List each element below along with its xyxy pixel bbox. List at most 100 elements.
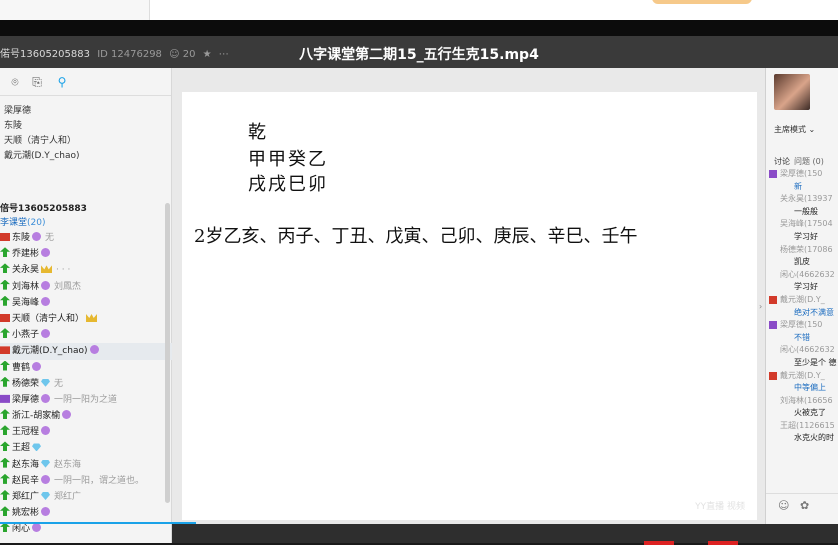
chat-sender[interactable]: 王超(1126615: [766, 420, 838, 433]
member-row[interactable]: 赵民辛 一阴一阳，谓之道也。: [0, 473, 172, 489]
member-row[interactable]: 戴元潮(D.Y_chao): [0, 343, 172, 360]
member-badge-icon: [0, 394, 10, 403]
member-row[interactable]: 浙江-胡家榆: [0, 408, 172, 424]
level-icon: [41, 280, 51, 290]
member-row[interactable]: 吴海峰: [0, 295, 172, 311]
progress-bar[interactable]: [0, 522, 196, 524]
location-icon[interactable]: ⌾: [8, 75, 22, 89]
chat-sender[interactable]: 杨德荣(17086: [766, 244, 838, 257]
flower-icon[interactable]: ✿: [800, 499, 809, 512]
chat-list: 梁厚德(150 新关永昊(13937 一般般 吴海峰(17504 学习好 杨德荣(1708…: [766, 168, 838, 445]
member-signature: 无: [54, 378, 64, 389]
crown-icon: [41, 265, 53, 274]
member-badge-icon: [0, 506, 10, 517]
chat-sender[interactable]: 戴元潮(D.Y_: [766, 370, 838, 383]
member-row[interactable]: 乔建彬: [0, 246, 172, 262]
browser-top-strip: [0, 0, 838, 20]
chat-sender[interactable]: 戴元潮(D.Y_: [766, 294, 838, 307]
member-name: 赵民辛: [12, 475, 40, 486]
tab-question[interactable]: 问题 (0): [794, 157, 824, 166]
smile-icon[interactable]: ☺: [778, 499, 789, 512]
channel-owner[interactable]: 倍号13605205883: [0, 202, 172, 216]
member-row[interactable]: 王超: [0, 440, 172, 456]
panel-toolbar: ⌾ ⎘ ⚲: [0, 68, 171, 96]
chat-sender[interactable]: 刘海林(16656: [766, 395, 838, 408]
member-signature: 无: [45, 233, 55, 243]
group-header[interactable]: 李课堂(20): [0, 216, 172, 230]
video-title: 八字课堂第二期15_五行生克15.mp4: [299, 47, 539, 63]
member-scrollbar[interactable]: [165, 203, 170, 503]
group-count: (20): [27, 218, 46, 228]
level-icon: [41, 393, 51, 403]
member-name: 天顺（清宁人和）: [12, 313, 85, 324]
search-icon[interactable]: ⚲: [55, 75, 69, 89]
host-avatar[interactable]: [774, 74, 810, 110]
admin-item[interactable]: 东陵: [4, 119, 167, 134]
member-row[interactable]: 赵东海 赵东海: [0, 457, 172, 473]
chat-message: 不错: [794, 332, 810, 342]
member-badge-icon: [0, 313, 10, 322]
member-row[interactable]: 姚宏彬: [0, 505, 172, 521]
member-row[interactable]: 天顺（清宁人和）: [0, 311, 172, 327]
member-row[interactable]: 关永昊 · · ·: [0, 262, 172, 278]
member-row[interactable]: 梁厚德 一阴一阳为之道: [0, 392, 172, 408]
admin-item[interactable]: 天顺（清宁人和）: [4, 134, 167, 149]
chat-message: 新: [794, 181, 802, 191]
chat-sender[interactable]: 梁厚德(150: [766, 319, 838, 332]
level-icon: [62, 410, 72, 420]
browser-tab[interactable]: [0, 0, 150, 20]
share-icon[interactable]: ⎘: [30, 75, 44, 89]
member-badge-icon: [0, 360, 10, 371]
admin-item[interactable]: 戴元潮(D.Y_chao): [4, 149, 167, 164]
chat-sender[interactable]: 梁厚德(150: [766, 168, 838, 181]
chat-sender[interactable]: 关永昊(13937: [766, 193, 838, 206]
level-icon: [41, 507, 51, 517]
member-badge-icon: [0, 457, 10, 468]
member-row[interactable]: 曹鹤: [0, 360, 172, 376]
level-icon: [41, 248, 51, 258]
member-row[interactable]: 刘海林 刘鳳杰: [0, 279, 172, 295]
tab-discuss[interactable]: 讨论: [774, 157, 790, 166]
member-row[interactable]: 杨德荣 无: [0, 376, 172, 392]
member-signature: · · ·: [56, 265, 71, 276]
chat-bottom-bar: ☺ ✿: [766, 493, 838, 519]
member-row[interactable]: 郑红广 郑红广: [0, 489, 172, 505]
admin-item[interactable]: 梁厚德: [4, 104, 167, 119]
chart-label: 乾: [248, 122, 266, 143]
member-badge-icon: [0, 376, 10, 387]
member-badge-icon: [0, 490, 10, 500]
chat-message: 至少是个 德: [794, 357, 837, 367]
member-name: 赵东海: [12, 459, 40, 470]
luck-pillars: 乙亥、丙子、丁丑、戊寅、己卯、庚辰、辛巳、壬午: [223, 226, 638, 247]
top-action-pill[interactable]: [652, 0, 752, 4]
host-mode-select[interactable]: 主席模式 ⌄: [774, 124, 815, 135]
video-area: 乾 甲甲癸乙 戌戌巳卯 2岁乙亥、丙子、丁丑、戊寅、己卯、庚辰、辛巳、壬午 YY…: [172, 68, 765, 524]
collapse-arrow-icon[interactable]: ›: [759, 302, 762, 311]
chat-message: 中等偏上: [794, 383, 826, 393]
chat-sender[interactable]: 吴海峰(17504: [766, 218, 838, 231]
chat-sender[interactable]: 闲心(4662632: [766, 269, 838, 282]
level-icon: [41, 426, 51, 436]
member-row[interactable]: 东陵 无: [0, 230, 172, 246]
chat-message: 水克火的时: [794, 433, 834, 443]
member-signature: 刘鳳杰: [54, 281, 82, 292]
whiteboard: 乾 甲甲癸乙 戌戌巳卯 2岁乙亥、丙子、丁丑、戊寅、己卯、庚辰、辛巳、壬午 YY…: [182, 92, 757, 520]
member-row[interactable]: 小燕子: [0, 327, 172, 343]
player-marker: [708, 541, 738, 545]
member-badge-icon: [0, 295, 10, 306]
member-list: 倍号13605205883 李课堂(20) 东陵无乔建彬 关永昊 · · · 刘海林刘…: [0, 202, 172, 538]
luck-pillars-row: 2岁乙亥、丙子、丁丑、戊寅、己卯、庚辰、辛巳、壬午: [194, 222, 637, 248]
diamond-icon: [41, 378, 51, 387]
crown-icon: [86, 313, 98, 322]
group-name: 李课堂: [0, 218, 28, 228]
member-panel: ⌾ ⎘ ⚲ 梁厚德 东陵 天顺（清宁人和） 戴元潮(D.Y_chao) 倍号13…: [0, 68, 172, 543]
chat-message: 学习好: [794, 282, 818, 292]
member-name: 梁厚德: [12, 394, 40, 405]
chat-message: 凯皮: [794, 257, 810, 267]
member-name: 王冠程: [12, 427, 40, 438]
member-name: 郑红广: [12, 492, 40, 502]
chat-sender[interactable]: 闲心(4662632: [766, 344, 838, 357]
member-name: 戴元潮(D.Y_chao): [12, 346, 88, 357]
chat-message: 火被克了: [794, 408, 826, 418]
member-row[interactable]: 王冠程: [0, 424, 172, 440]
